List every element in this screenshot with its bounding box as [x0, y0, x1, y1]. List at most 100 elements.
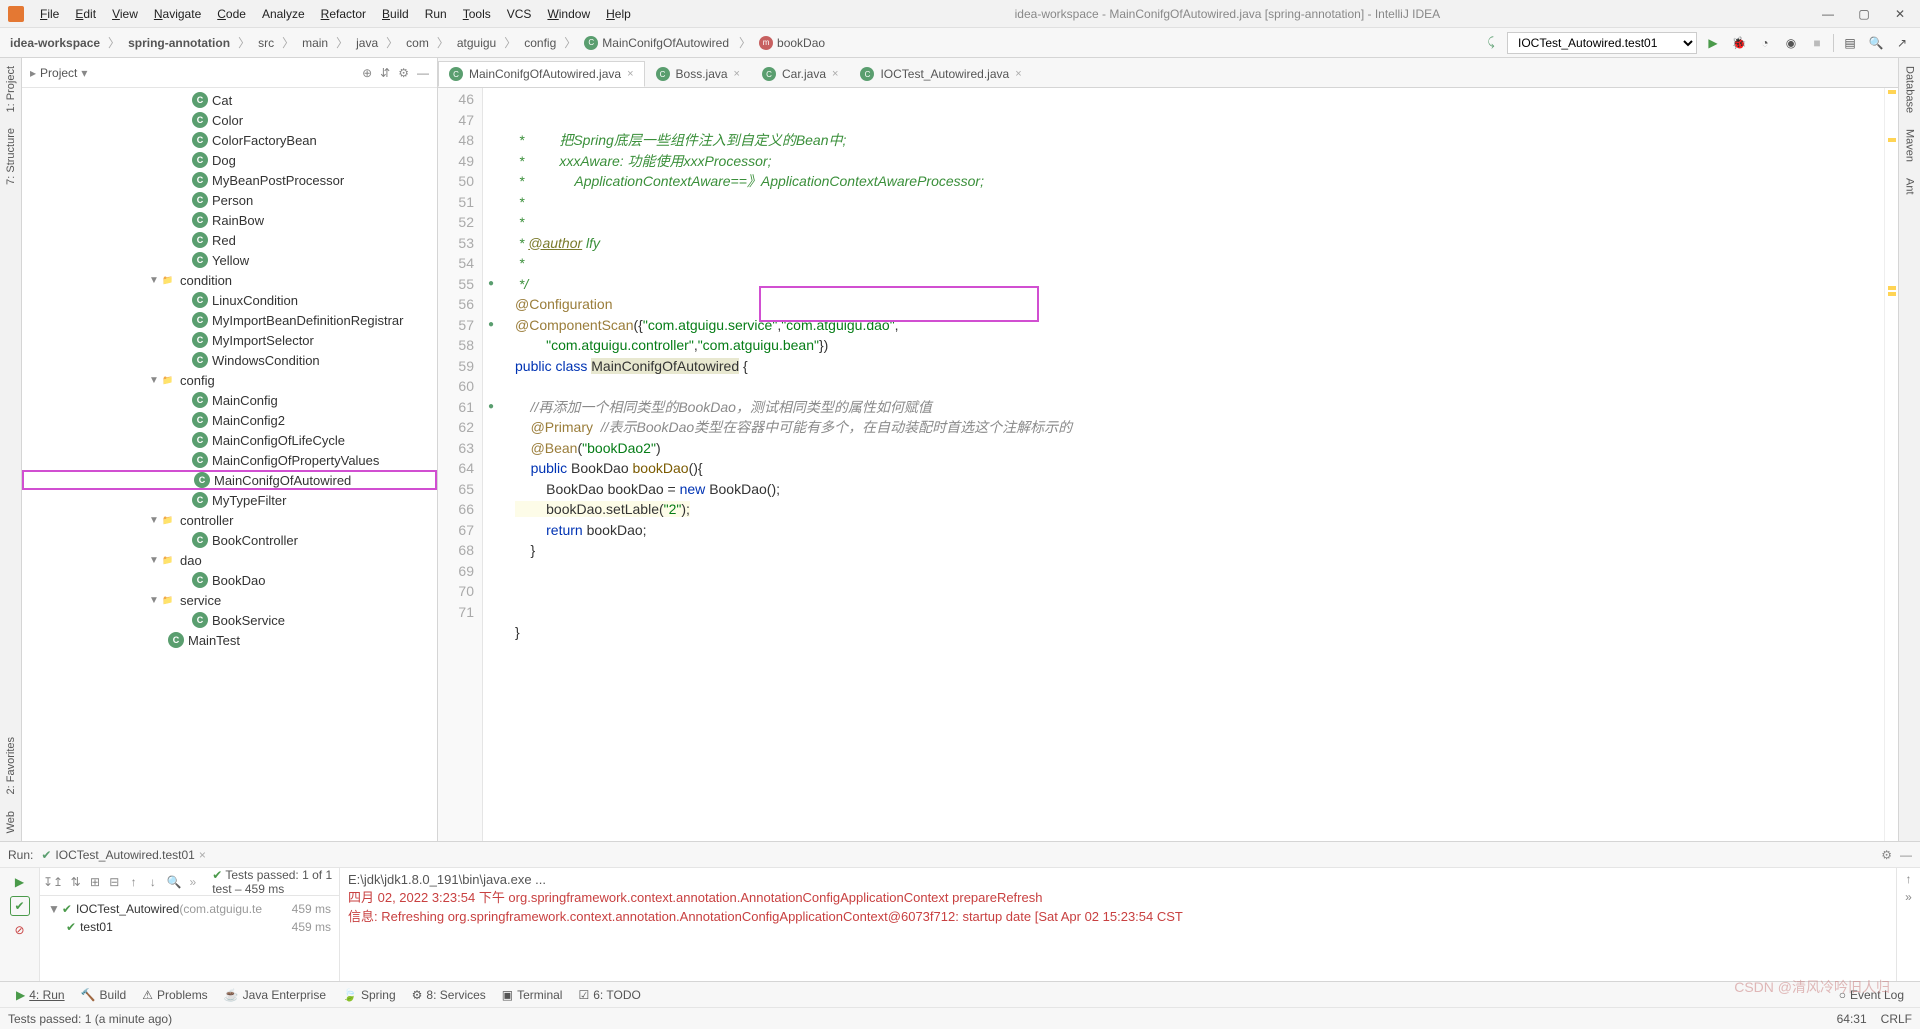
run-config-select[interactable]: IOCTest_Autowired.test01 [1507, 32, 1697, 54]
locate-icon[interactable]: ⊕ [362, 66, 372, 80]
more-icon[interactable]: » [1905, 890, 1912, 904]
tab-ioctest[interactable]: CIOCTest_Autowired.java× [849, 61, 1032, 87]
profile-button[interactable]: ◉ [1781, 33, 1801, 53]
tree-item-selected[interactable]: CMainConifgOfAutowired [22, 470, 437, 490]
breadcrumb-item[interactable]: com [404, 36, 431, 50]
close-icon[interactable]: × [734, 68, 740, 80]
menu-navigate[interactable]: Navigate [146, 7, 209, 21]
menu-run[interactable]: Run [417, 7, 455, 21]
breadcrumb-item[interactable]: idea-workspace [8, 36, 102, 50]
toggle-button[interactable]: ✔ [10, 896, 30, 916]
menu-file[interactable]: File [32, 7, 67, 21]
tree-folder[interactable]: ▼📁service [22, 590, 437, 610]
test-row[interactable]: ✔test01 459 ms [48, 918, 331, 936]
menu-vcs[interactable]: VCS [499, 7, 540, 21]
warning-mark[interactable] [1888, 90, 1896, 94]
tree-item[interactable]: CMainConfig [22, 390, 437, 410]
menu-help[interactable]: Help [598, 7, 639, 21]
tree-item[interactable]: CMyImportSelector [22, 330, 437, 350]
menu-tools[interactable]: Tools [455, 7, 499, 21]
coverage-button[interactable]: ◔ [1755, 33, 1775, 53]
tool-jee[interactable]: ☕Java Enterprise [216, 988, 334, 1002]
scroll-up-icon[interactable]: ↑ [1906, 872, 1912, 886]
tree-item[interactable]: CPerson [22, 190, 437, 210]
bean-icon[interactable]: ● [483, 397, 499, 418]
close-icon[interactable]: × [1015, 68, 1021, 80]
warning-mark[interactable] [1888, 292, 1896, 296]
maximize-button[interactable]: ▢ [1852, 6, 1876, 22]
settings-button[interactable]: ↗ [1892, 33, 1912, 53]
project-tree[interactable]: CCat CColor CColorFactoryBean CDog CMyBe… [22, 88, 437, 841]
menu-build[interactable]: Build [374, 7, 417, 21]
filter-icon[interactable]: ⇅ [70, 873, 81, 891]
breadcrumb-item[interactable]: main [300, 36, 330, 50]
tree-item[interactable]: CYellow [22, 250, 437, 270]
tree-item[interactable]: CRainBow [22, 210, 437, 230]
tree-item[interactable]: CMainConfig2 [22, 410, 437, 430]
tree-item[interactable]: CMainConfigOfLifeCycle [22, 430, 437, 450]
strip-structure[interactable]: 7: Structure [3, 120, 19, 193]
tool-todo[interactable]: ☑6: TODO [570, 988, 648, 1002]
menu-view[interactable]: View [104, 7, 146, 21]
tool-build[interactable]: 🔨Build [73, 988, 135, 1002]
gear-icon[interactable]: ⚙ [398, 66, 409, 80]
tree-item[interactable]: CRed [22, 230, 437, 250]
bean-icon[interactable]: ● [483, 274, 499, 295]
tab-car[interactable]: CCar.java× [751, 61, 849, 87]
rerun-button[interactable]: ▶ [10, 872, 30, 892]
menu-refactor[interactable]: Refactor [313, 7, 374, 21]
tree-item[interactable]: CBookController [22, 530, 437, 550]
run-button[interactable]: ▶ [1703, 33, 1723, 53]
stop-button[interactable]: ■ [1807, 33, 1827, 53]
breadcrumb-item[interactable]: mbookDao [757, 36, 829, 50]
strip-project[interactable]: 1: Project [3, 58, 19, 120]
line-separator[interactable]: CRLF [1881, 1012, 1912, 1026]
menu-code[interactable]: Code [209, 7, 254, 21]
debug-button[interactable]: 🐞 [1729, 33, 1749, 53]
build-button[interactable]: ⤹ [1481, 33, 1501, 53]
strip-maven[interactable]: Maven [1902, 121, 1918, 170]
gear-icon[interactable]: ⚙ [1881, 848, 1892, 862]
tool-eventlog[interactable]: ○Event Log [1831, 988, 1912, 1002]
tool-run[interactable]: ▶4: Run [8, 988, 73, 1002]
breadcrumb-item[interactable]: src [256, 36, 276, 50]
tree-item[interactable]: CCat [22, 90, 437, 110]
breadcrumb-item[interactable]: spring-annotation [126, 36, 232, 50]
tree-item[interactable]: CMainConfigOfPropertyValues [22, 450, 437, 470]
error-stripe[interactable] [1884, 88, 1898, 841]
stop-button-run[interactable]: ⊘ [10, 920, 30, 940]
minimize-button[interactable]: — [1816, 6, 1840, 22]
hide-icon[interactable]: — [1900, 848, 1912, 862]
bean-icon[interactable]: ● [483, 315, 499, 336]
tree-item[interactable]: CMainTest [22, 630, 437, 650]
close-icon[interactable]: × [199, 848, 206, 862]
tree-folder[interactable]: ▼📁config [22, 370, 437, 390]
menu-analyze[interactable]: Analyze [254, 7, 313, 21]
collapse-icon[interactable]: ⇵ [380, 66, 390, 80]
search-icon[interactable]: 🔍 [167, 873, 182, 891]
tool-terminal[interactable]: ▣Terminal [494, 988, 571, 1002]
search-everywhere-button[interactable]: 🔍 [1866, 33, 1886, 53]
breadcrumb-item[interactable]: atguigu [455, 36, 498, 50]
tree-item[interactable]: CColor [22, 110, 437, 130]
tab-mainconfig[interactable]: CMainConifgOfAutowired.java× [438, 61, 645, 87]
tree-item[interactable]: CMyTypeFilter [22, 490, 437, 510]
breadcrumb-item[interactable]: config [522, 36, 558, 50]
tree-item[interactable]: CMyBeanPostProcessor [22, 170, 437, 190]
tree-item[interactable]: CMyImportBeanDefinitionRegistrar [22, 310, 437, 330]
tab-boss[interactable]: CBoss.java× [645, 61, 751, 87]
tree-item[interactable]: CBookService [22, 610, 437, 630]
tree-item[interactable]: CBookDao [22, 570, 437, 590]
strip-web[interactable]: Web [3, 803, 19, 841]
close-icon[interactable]: × [832, 68, 838, 80]
expand-icon[interactable]: ⊞ [89, 873, 100, 891]
menu-window[interactable]: Window [539, 7, 598, 21]
collapse-icon[interactable]: ⊟ [109, 873, 120, 891]
warning-mark[interactable] [1888, 138, 1896, 142]
tool-services[interactable]: ⚙8: Services [404, 988, 494, 1002]
structure-button[interactable]: ▤ [1840, 33, 1860, 53]
breadcrumb-item[interactable]: java [354, 36, 380, 50]
menu-edit[interactable]: Edit [67, 7, 104, 21]
tree-folder[interactable]: ▼📁dao [22, 550, 437, 570]
tool-spring[interactable]: 🍃Spring [334, 988, 404, 1002]
